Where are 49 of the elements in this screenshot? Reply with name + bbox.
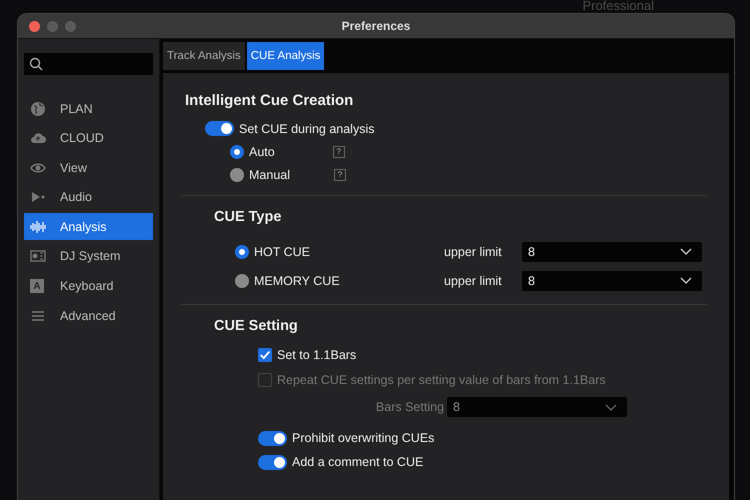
globe-icon <box>30 100 46 116</box>
option-label: Add a comment to CUE <box>292 455 424 469</box>
sidebar-item[interactable]: A Keyboard <box>24 272 153 300</box>
sidebar-item[interactable]: Audio <box>24 184 153 211</box>
option-label: Repeat CUE settings per setting value of bars from 1.1Bars <box>277 372 606 386</box>
section-title: CUE Type <box>213 209 282 225</box>
chevron-icon <box>680 277 692 284</box>
dropdown[interactable]: 8 <box>522 242 702 262</box>
radio-button[interactable] <box>230 168 244 182</box>
app-mode-label: Professional <box>582 0 654 15</box>
chevron-icon <box>605 404 617 410</box>
option-label: Manual <box>249 168 290 182</box>
field-label: upper limit <box>444 244 503 258</box>
option-label: Auto <box>249 144 275 158</box>
waveform-icon <box>30 218 46 235</box>
deck-icon <box>30 248 46 264</box>
window-title: Preferences <box>342 19 410 33</box>
close-button[interactable] <box>29 20 40 32</box>
sidebar-item[interactable]: View <box>24 154 153 182</box>
tab[interactable]: Track Analysis <box>163 42 245 70</box>
help-button[interactable]: ? <box>334 168 346 180</box>
chevron-icon <box>680 248 692 255</box>
checkbox[interactable] <box>258 348 272 362</box>
field-label: upper limit <box>444 274 503 288</box>
option-label: MEMORY CUE <box>254 274 341 288</box>
section-title: Intelligent Cue Creation <box>184 92 354 109</box>
option-label: Set to 1.1Bars <box>277 348 356 362</box>
option-label: HOT CUE <box>254 244 312 258</box>
keyboard-icon: A <box>30 279 44 294</box>
sidebar-item[interactable]: Analysis <box>24 213 153 240</box>
section-title: CUE Setting <box>213 318 299 334</box>
search-field[interactable] <box>24 53 153 75</box>
sidebar-item[interactable]: Advanced <box>24 302 153 330</box>
radio-button[interactable] <box>235 244 249 258</box>
option-label: Prohibit overwriting CUEs <box>292 431 434 445</box>
sidebar-item[interactable]: CLOUD <box>24 124 153 152</box>
toggle-switch[interactable] <box>205 121 234 136</box>
help-button[interactable]: ? <box>332 146 345 158</box>
toggle-switch[interactable] <box>258 454 287 470</box>
field-label: Bars Setting <box>374 400 444 414</box>
tab[interactable]: CUE Analysis <box>246 42 324 70</box>
option-label: Set CUE during analysis <box>239 122 374 136</box>
dropdown[interactable]: 8 <box>522 270 702 290</box>
sidebar-item[interactable]: PLAN <box>24 95 153 122</box>
radio-button[interactable] <box>230 144 244 158</box>
toggle-switch[interactable] <box>258 430 287 446</box>
radio-button[interactable] <box>235 274 249 288</box>
sidebar-item[interactable]: DJ System <box>24 242 153 270</box>
search-icon <box>29 57 43 71</box>
